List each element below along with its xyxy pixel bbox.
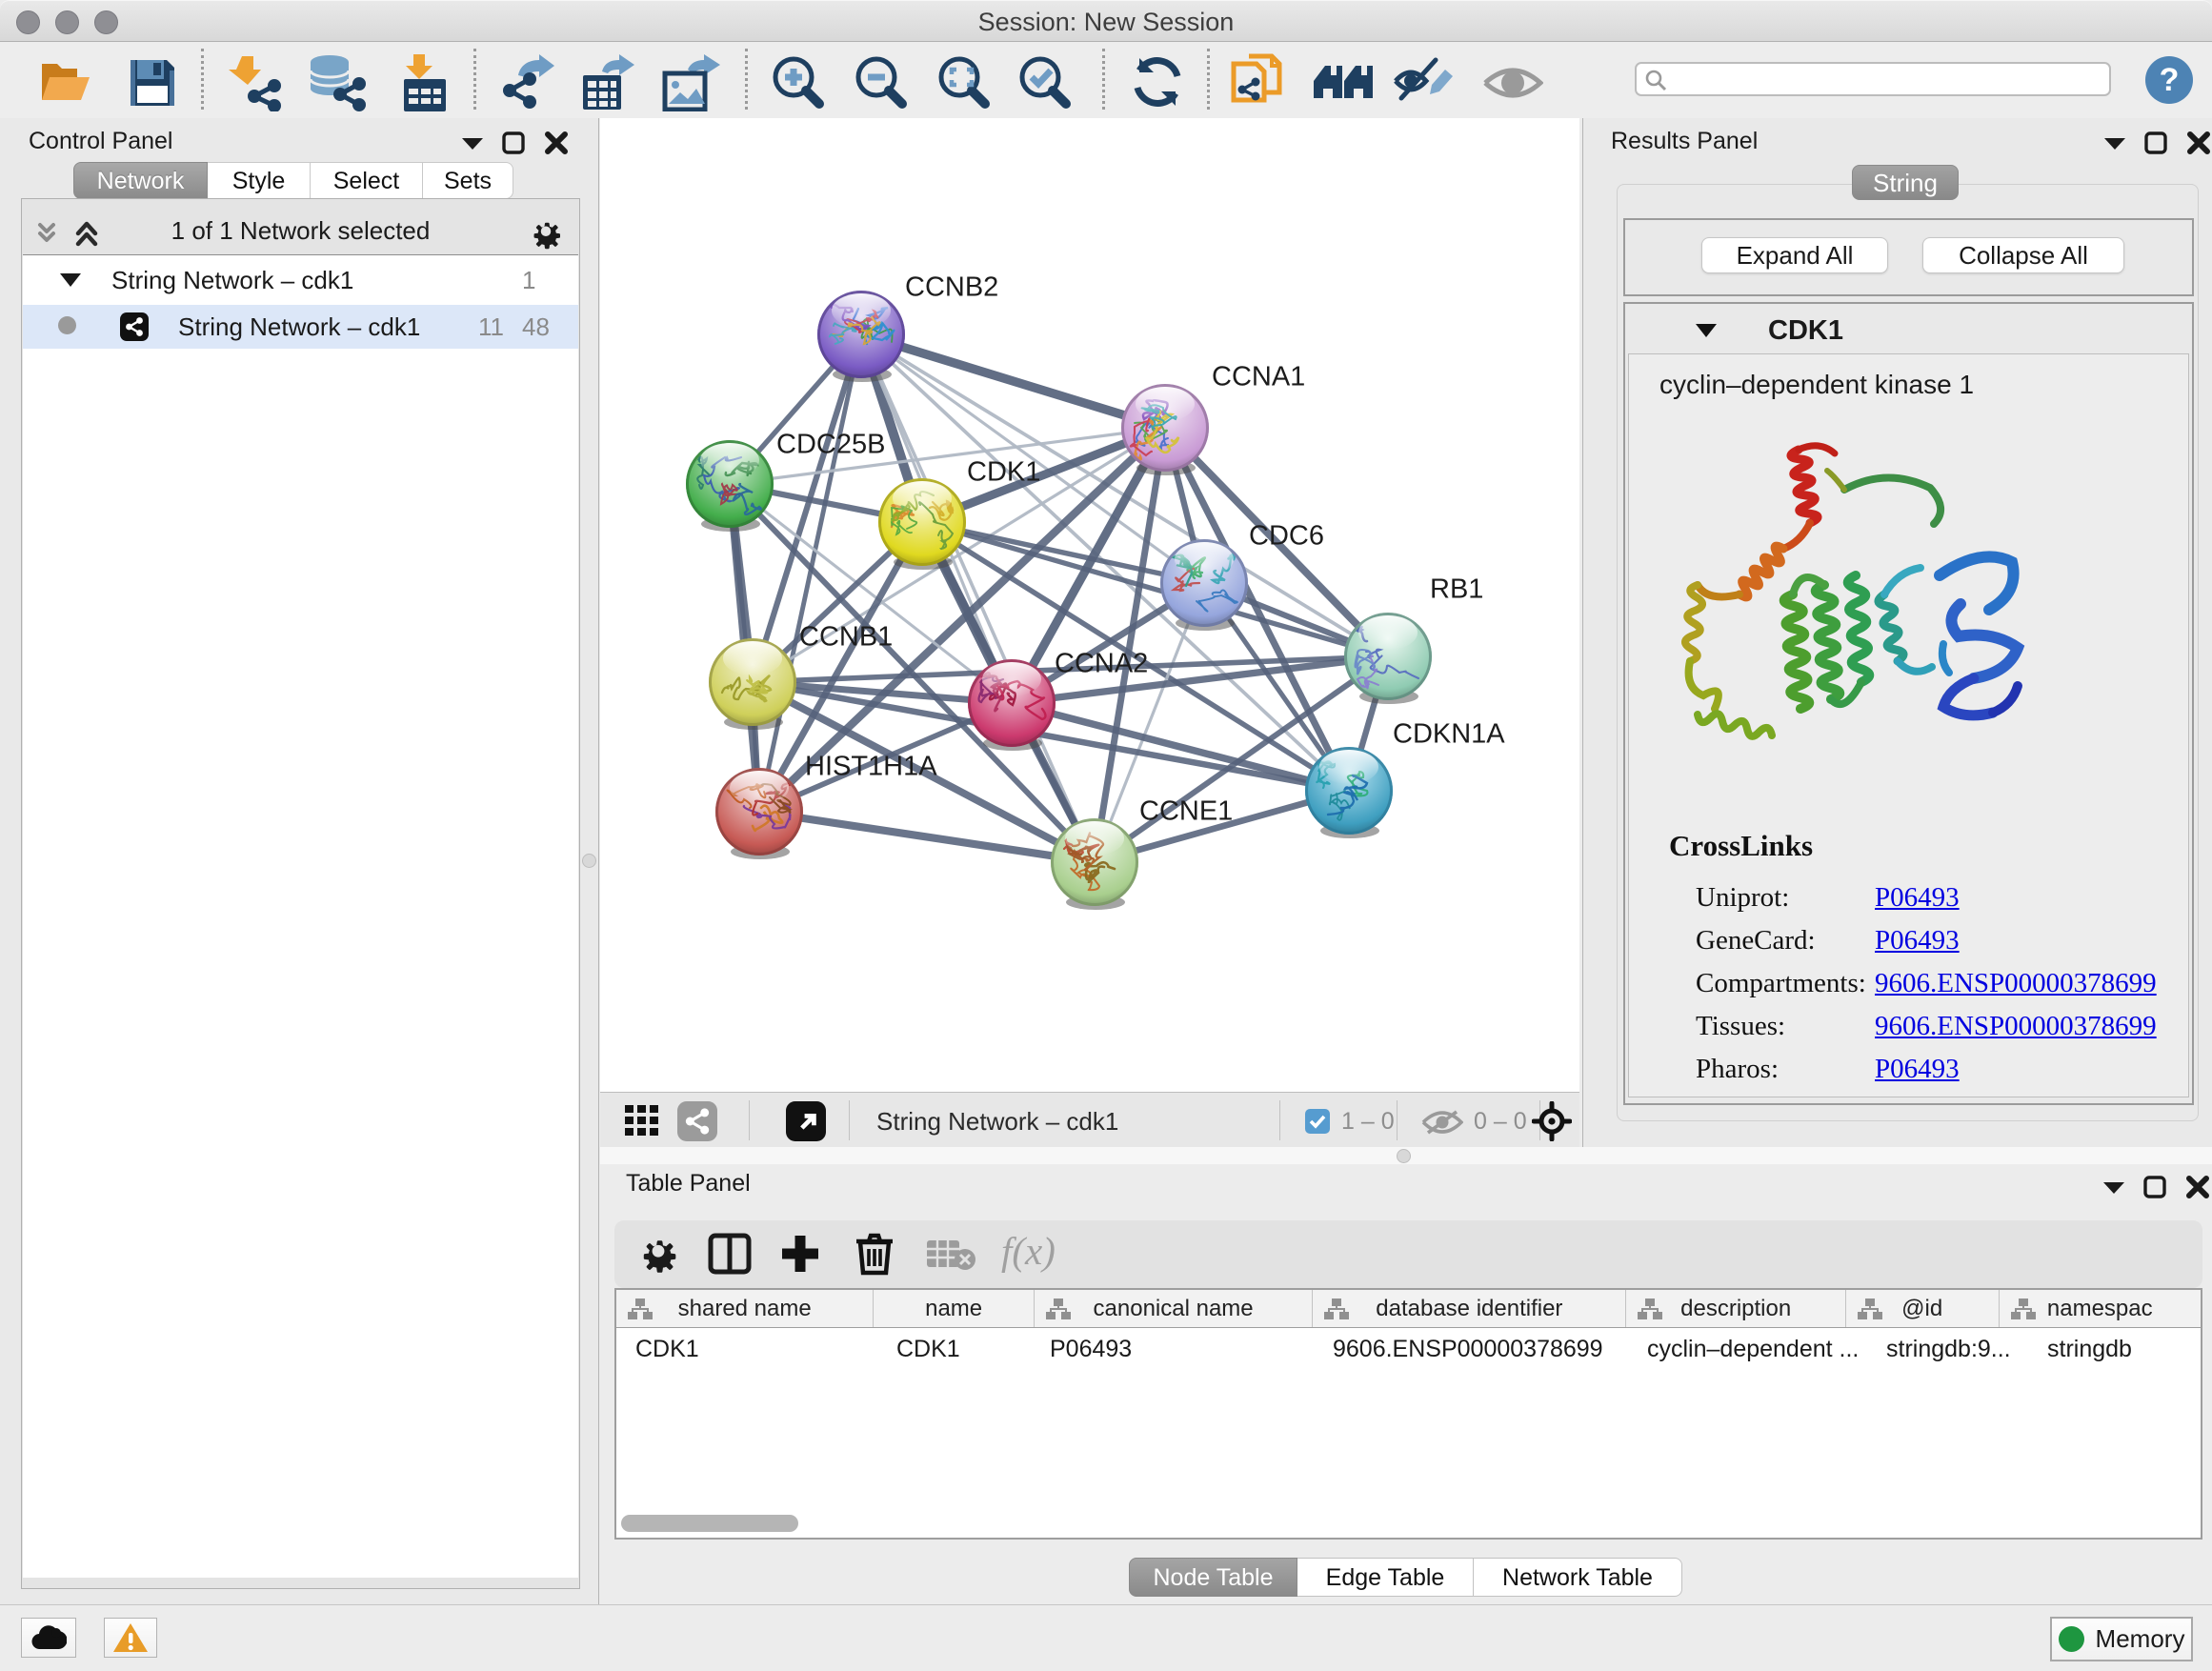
svg-text:CCNA2: CCNA2	[1055, 649, 1148, 679]
svg-text:CDKN1A: CDKN1A	[1393, 719, 1505, 750]
svg-text:CCNE1: CCNE1	[1139, 796, 1233, 827]
svg-text:HIST1H1A: HIST1H1A	[805, 752, 937, 782]
svg-text:CCNB1: CCNB1	[799, 622, 893, 653]
svg-text:CCNB2: CCNB2	[905, 272, 998, 303]
svg-text:CDK1: CDK1	[967, 457, 1040, 488]
svg-text:CDC25B: CDC25B	[776, 430, 885, 460]
svg-text:RB1: RB1	[1430, 574, 1483, 605]
svg-text:CDC6: CDC6	[1249, 521, 1324, 552]
svg-text:CCNA1: CCNA1	[1212, 362, 1305, 393]
